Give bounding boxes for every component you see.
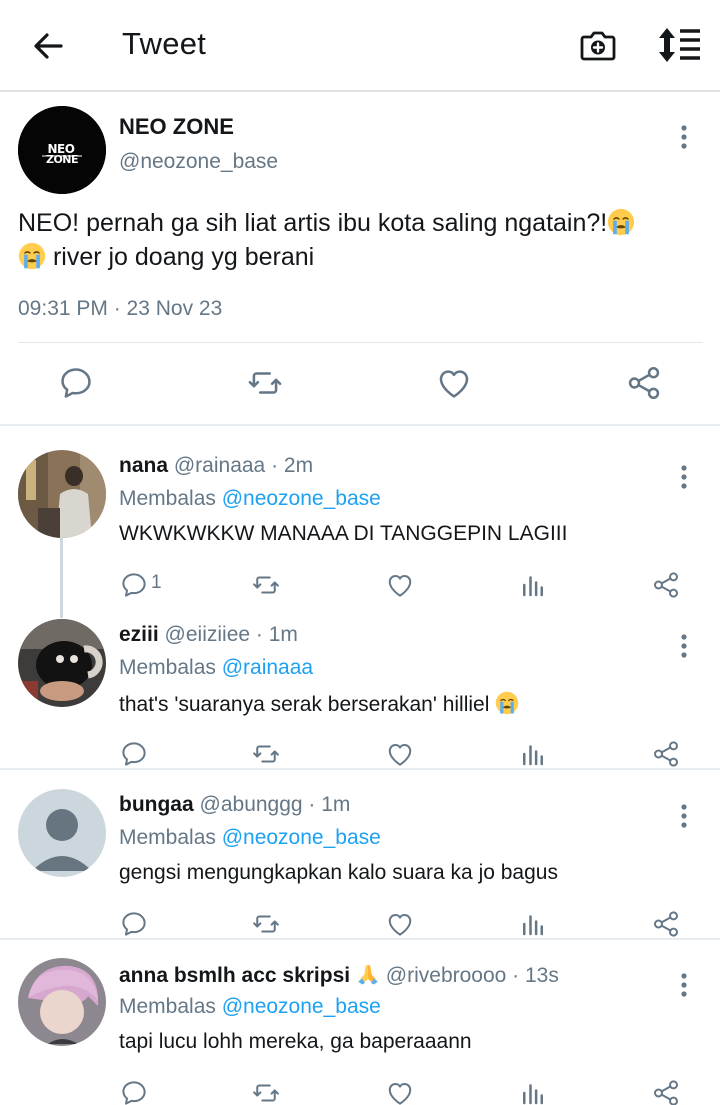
more-vertical-icon[interactable]: [672, 631, 696, 661]
reply-time: · 2m: [265, 454, 314, 477]
comment-icon[interactable]: [119, 739, 149, 769]
reply-author-name[interactable]: eziii: [119, 623, 159, 646]
more-vertical-icon[interactable]: [672, 970, 696, 1000]
share-icon[interactable]: [651, 570, 681, 600]
crying-emoji-icon: [607, 208, 635, 236]
neo-zone-logo: NEO ZONE: [18, 106, 106, 194]
retweet-icon[interactable]: [251, 739, 281, 769]
avatar-photo: [18, 619, 106, 707]
replying-label: Membalas: [119, 826, 222, 849]
more-vertical-icon[interactable]: [672, 122, 696, 152]
avatar-photo: [18, 450, 106, 538]
crying-emoji-icon: [18, 242, 46, 270]
author-handle[interactable]: @neozone_base: [119, 150, 278, 174]
sort-icon[interactable]: [656, 25, 702, 65]
replying-to: Membalas @neozone_base: [119, 487, 381, 511]
svg-text:ZONE: ZONE: [46, 153, 78, 166]
avatar[interactable]: [18, 619, 106, 707]
retweet-icon[interactable]: [251, 1078, 281, 1105]
like-icon[interactable]: [385, 909, 415, 939]
reply-tweet[interactable]: eziii @eiiziiee · 1m Membalas @rainaaa t…: [0, 597, 720, 770]
share-icon[interactable]: [651, 909, 681, 939]
reply-tweet[interactable]: bungaa @abunggg · 1m Membalas @neozone_b…: [0, 767, 720, 940]
reply-author-handle[interactable]: @abunggg: [200, 793, 303, 816]
like-icon[interactable]: [385, 1078, 415, 1105]
avatar[interactable]: [18, 958, 106, 1046]
reply-author-name[interactable]: nana: [119, 454, 168, 477]
avatar-photo: [18, 958, 106, 1046]
reply-header: anna bsmlh acc skripsi @rivebroooo · 13s: [119, 962, 559, 988]
more-vertical-icon[interactable]: [672, 801, 696, 831]
avatar[interactable]: [18, 450, 106, 538]
reply-header: bungaa @abunggg · 1m: [119, 793, 350, 817]
analytics-icon[interactable]: [518, 1078, 548, 1105]
analytics-icon[interactable]: [518, 570, 548, 600]
avatar[interactable]: NEO ZONE: [18, 106, 106, 194]
like-icon[interactable]: [385, 739, 415, 769]
folded-hands-icon: [356, 962, 380, 986]
reply-text: gengsi mengungkapkan kalo suara ka jo ba…: [119, 861, 558, 884]
retweet-icon[interactable]: [246, 364, 284, 402]
analytics-icon[interactable]: [518, 739, 548, 769]
author-name[interactable]: NEO ZONE: [119, 114, 234, 140]
comment-icon[interactable]: [119, 909, 149, 939]
comment-icon[interactable]: [57, 364, 95, 402]
share-icon[interactable]: [651, 1078, 681, 1105]
default-avatar-icon: [18, 789, 106, 877]
reply-author-handle[interactable]: @rainaaa: [174, 454, 265, 477]
share-icon[interactable]: [625, 364, 663, 402]
reply-time: · 13s: [506, 964, 559, 987]
divider: [18, 342, 703, 343]
reply-author-name[interactable]: anna bsmlh acc skripsi: [119, 964, 350, 987]
main-tweet: NEO ZONE NEO ZONE @neozone_base NEO! per…: [0, 94, 720, 426]
reply-text: WKWKWKKW MANAAA DI TANGGEPIN LAGIII: [119, 522, 568, 545]
reply-text-content: that's 'suaranya serak berserakan' hilli…: [119, 693, 496, 716]
retweet-icon[interactable]: [251, 909, 281, 939]
like-icon[interactable]: [435, 364, 473, 402]
replying-to: Membalas @neozone_base: [119, 826, 381, 850]
reply-count: 1: [151, 572, 162, 593]
mention-link[interactable]: @neozone_base: [222, 995, 381, 1018]
share-icon[interactable]: [651, 739, 681, 769]
replying-label: Membalas: [119, 656, 222, 679]
mention-link[interactable]: @neozone_base: [222, 826, 381, 849]
mention-link[interactable]: @rainaaa: [222, 656, 313, 679]
analytics-icon[interactable]: [518, 909, 548, 939]
reply-tweet[interactable]: nana @rainaaa · 2m Membalas @neozone_bas…: [0, 428, 720, 598]
reply-author-handle[interactable]: @rivebroooo: [386, 964, 507, 987]
page-title: Tweet: [122, 26, 207, 61]
more-vertical-icon[interactable]: [672, 462, 696, 492]
tweet-text-part2: river jo doang yg berani: [46, 243, 315, 271]
back-arrow-icon[interactable]: [28, 26, 68, 66]
comment-icon[interactable]: [119, 570, 149, 600]
reply-time: · 1m: [250, 623, 298, 646]
replying-to: Membalas @rainaaa: [119, 656, 313, 680]
reply-header: eziii @eiiziiee · 1m: [119, 623, 298, 647]
camera-add-icon[interactable]: [578, 25, 618, 65]
retweet-icon[interactable]: [251, 570, 281, 600]
reply-text: that's 'suaranya serak berserakan' hilli…: [119, 691, 519, 717]
reply-text: tapi lucu lohh mereka, ga baperaaann: [119, 1030, 472, 1053]
reply-tweet[interactable]: anna bsmlh acc skripsi @rivebroooo · 13s…: [0, 936, 720, 1105]
replying-label: Membalas: [119, 487, 222, 510]
reply-header: nana @rainaaa · 2m: [119, 454, 313, 478]
tweet-text: NEO! pernah ga sih liat artis ibu kota s…: [18, 206, 708, 274]
mention-link[interactable]: @neozone_base: [222, 487, 381, 510]
replying-label: Membalas: [119, 995, 222, 1018]
reply-time: · 1m: [302, 793, 351, 816]
tweet-timestamp: 09:31 PM · 23 Nov 23: [18, 297, 223, 320]
like-icon[interactable]: [385, 570, 415, 600]
avatar[interactable]: [18, 789, 106, 877]
comment-icon[interactable]: [119, 1078, 149, 1105]
crying-emoji-icon: [495, 691, 519, 715]
tweet-text-part1: NEO! pernah ga sih liat artis ibu kota s…: [18, 209, 608, 237]
replying-to: Membalas @neozone_base: [119, 995, 381, 1019]
top-app-bar: Tweet: [0, 0, 720, 92]
reply-author-name[interactable]: bungaa: [119, 793, 194, 816]
reply-author-handle[interactable]: @eiiziiee: [165, 623, 251, 646]
